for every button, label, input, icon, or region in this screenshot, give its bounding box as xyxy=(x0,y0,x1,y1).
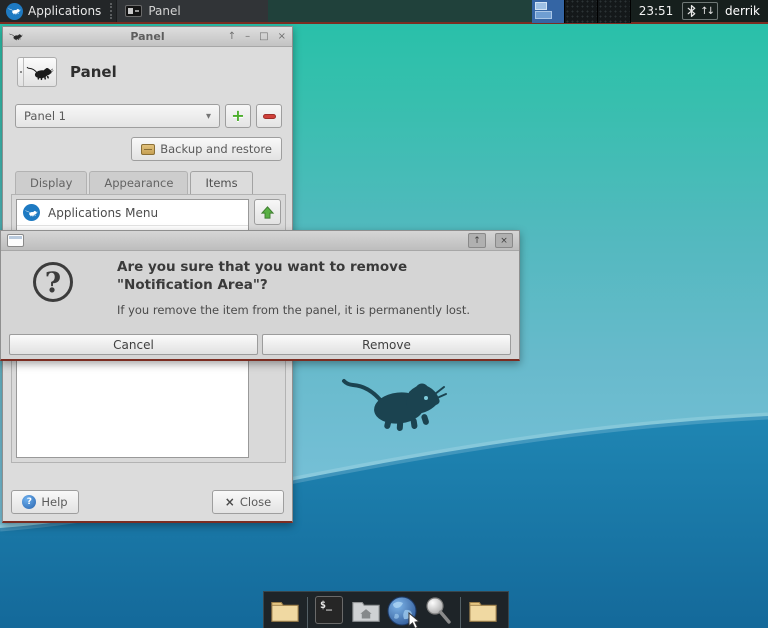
up-arrow-icon xyxy=(260,205,275,220)
cancel-button[interactable]: Cancel xyxy=(9,334,258,355)
close-button-label: Close xyxy=(240,495,271,509)
terminal-icon: $_ xyxy=(315,596,343,624)
help-button[interactable]: ? Help xyxy=(11,490,79,514)
bluetooth-icon[interactable] xyxy=(687,4,696,18)
minimize-button[interactable]: – xyxy=(245,28,250,46)
dialog-heading-line1: Are you sure that you want to remove xyxy=(117,259,470,277)
dialog-titlebar[interactable]: ↑ × xyxy=(1,231,519,251)
dock: $_ xyxy=(263,591,509,628)
add-panel-button[interactable]: + xyxy=(225,104,251,128)
search-launcher[interactable] xyxy=(423,596,453,626)
close-window-button[interactable]: × Close xyxy=(212,490,284,514)
panel-header-icon xyxy=(17,57,57,87)
remove-item-dialog: ↑ × ? Are you sure that you want to remo… xyxy=(0,230,520,361)
dialog-heading-line2: "Notification Area"? xyxy=(117,277,470,295)
dialog-message: If you remove the item from the panel, i… xyxy=(117,303,470,317)
top-panel-left: Applications Panel xyxy=(0,0,268,22)
top-panel-right: 23:51 ↑↓ derrik xyxy=(532,0,768,22)
list-item-label: Applications Menu xyxy=(48,206,158,220)
panel-select-dropdown[interactable]: Panel 1 ▾ xyxy=(15,104,220,128)
tab-appearance[interactable]: Appearance xyxy=(89,171,188,194)
folder-launcher[interactable] xyxy=(270,596,300,626)
dock-separator xyxy=(307,597,308,628)
applications-menu-button[interactable]: Applications xyxy=(0,0,109,22)
help-button-label: Help xyxy=(41,495,67,509)
xfce-logo-icon xyxy=(6,3,23,20)
dialog-text: Are you sure that you want to remove "No… xyxy=(117,259,470,317)
home-folder-launcher[interactable] xyxy=(351,596,381,626)
settings-tabs: Display Appearance Items xyxy=(15,171,292,194)
system-tray: ↑↓ xyxy=(682,2,718,20)
network-updown-icon[interactable]: ↑↓ xyxy=(700,6,713,17)
panel-window-titlebar[interactable]: Panel ↑ – □ × xyxy=(3,27,292,47)
workspace-pager xyxy=(532,0,631,23)
web-browser-launcher[interactable] xyxy=(387,596,417,626)
clock[interactable]: 23:51 xyxy=(631,4,680,18)
mouse-eye xyxy=(424,396,428,400)
shade-button[interactable]: ↑ xyxy=(228,28,236,46)
folder-launcher[interactable] xyxy=(468,596,498,626)
home-folder-icon xyxy=(351,596,381,624)
panel-window-header: Panel xyxy=(17,57,280,87)
tab-display[interactable]: Display xyxy=(15,171,87,194)
tab-items[interactable]: Items xyxy=(190,171,252,194)
folder-icon xyxy=(468,596,498,624)
backup-restore-button[interactable]: Backup and restore xyxy=(131,137,282,161)
mouse-cursor xyxy=(407,612,421,628)
help-icon: ? xyxy=(22,495,36,509)
backup-restore-label: Backup and restore xyxy=(160,142,272,156)
folder-icon xyxy=(270,596,300,624)
dock-separator xyxy=(460,597,461,628)
workspace-3[interactable] xyxy=(598,0,631,23)
list-item[interactable]: Applications Menu xyxy=(17,200,248,226)
backup-row: Backup and restore xyxy=(15,137,282,161)
maximize-button[interactable]: □ xyxy=(259,28,268,46)
desktop: Applications Panel 23:51 ↑↓ derrik xyxy=(0,0,768,628)
username-label[interactable]: derrik xyxy=(721,4,764,18)
taskbar-window-button[interactable]: Panel xyxy=(116,0,268,22)
dialog-close-button[interactable]: × xyxy=(495,233,513,248)
panel-spacer xyxy=(268,0,531,22)
remove-panel-button[interactable] xyxy=(256,104,282,128)
panel-app-icon xyxy=(125,5,142,17)
applications-menu-item-icon xyxy=(23,204,40,221)
dialog-window-icon xyxy=(7,234,24,247)
dialog-body: ? Are you sure that you want to remove "… xyxy=(1,251,519,317)
close-button[interactable]: × xyxy=(278,28,286,46)
xfce-mouse-logo xyxy=(338,370,450,436)
panel-select-value: Panel 1 xyxy=(24,109,66,123)
dialog-shade-button[interactable]: ↑ xyxy=(468,233,486,248)
panel-grip-handle[interactable] xyxy=(110,3,115,19)
panel-selector-row: Panel 1 ▾ + xyxy=(15,104,282,128)
move-item-up-button[interactable] xyxy=(254,199,281,225)
panel-header-title: Panel xyxy=(70,63,117,81)
chevron-down-icon: ▾ xyxy=(206,111,211,122)
top-panel: Applications Panel 23:51 ↑↓ derrik xyxy=(0,0,768,24)
plus-icon: + xyxy=(231,108,244,124)
workspace-2[interactable] xyxy=(565,0,598,23)
backup-box-icon xyxy=(141,144,155,155)
workspace-1-active[interactable] xyxy=(532,0,565,23)
search-icon xyxy=(423,596,453,626)
dialog-buttons: Cancel Remove xyxy=(9,334,511,355)
taskbar-window-label: Panel xyxy=(148,4,180,18)
terminal-launcher[interactable]: $_ xyxy=(315,596,345,626)
minus-icon xyxy=(263,114,276,119)
applications-menu-label: Applications xyxy=(28,4,101,18)
remove-button[interactable]: Remove xyxy=(262,334,511,355)
panel-window-footer: ? Help × Close xyxy=(11,490,284,514)
question-icon: ? xyxy=(33,262,73,302)
close-x-icon: × xyxy=(225,495,235,509)
